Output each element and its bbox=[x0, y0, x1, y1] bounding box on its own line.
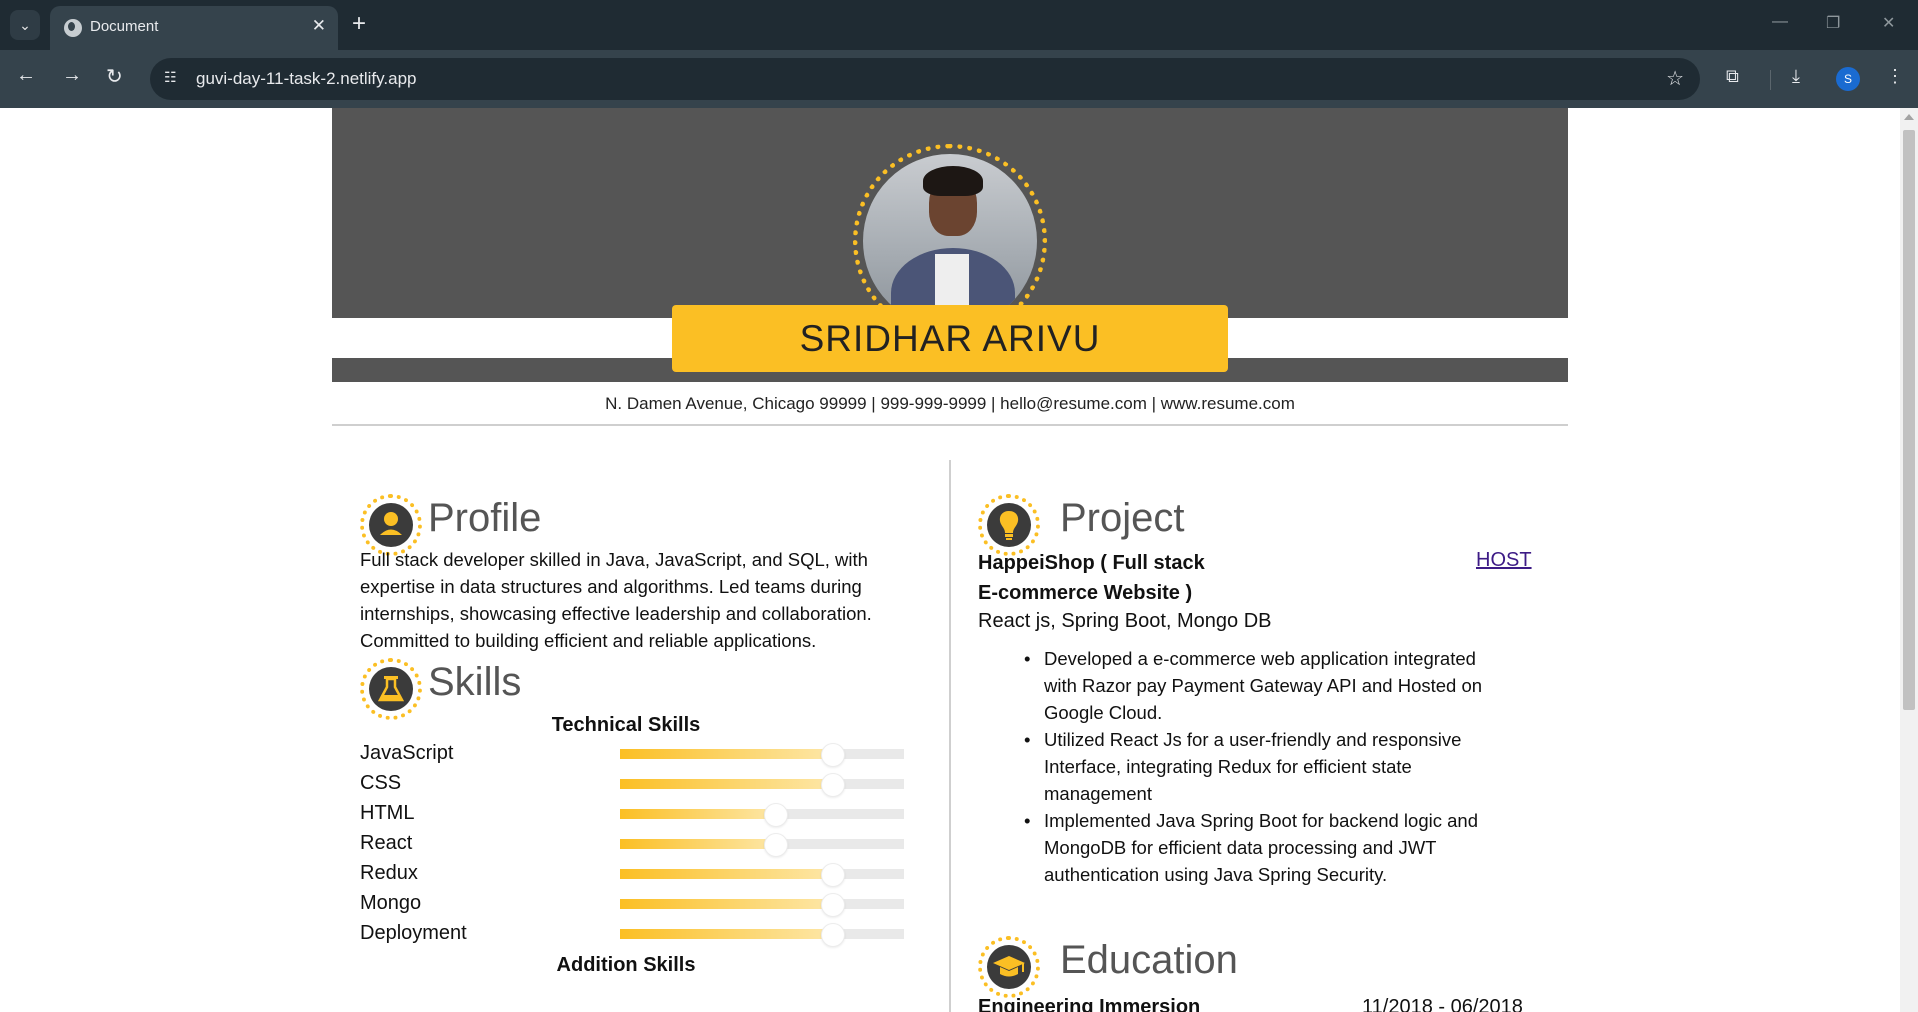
skill-slider[interactable] bbox=[620, 803, 904, 827]
back-icon[interactable]: ← bbox=[16, 64, 36, 87]
new-tab-button[interactable]: + bbox=[352, 10, 366, 38]
page-scrollbar[interactable] bbox=[1900, 108, 1918, 1012]
photo-hair bbox=[923, 166, 983, 196]
column-divider bbox=[949, 460, 951, 1012]
contact-line: N. Damen Avenue, Chicago 99999 | 999-999… bbox=[605, 394, 1295, 413]
profile-line: expertise in data structures and algorit… bbox=[360, 576, 862, 597]
url-text[interactable]: guvi-day-11-task-2.netlify.app bbox=[196, 69, 416, 89]
flask-icon bbox=[360, 658, 422, 720]
bookmark-star-icon[interactable]: ☆ bbox=[1666, 66, 1684, 91]
skill-label: CSS bbox=[360, 772, 402, 794]
addition-skills-heading: Addition Skills bbox=[556, 954, 696, 976]
education-heading: Education bbox=[1060, 938, 1238, 982]
project-heading: Project bbox=[1060, 496, 1185, 540]
site-settings-icon[interactable]: ☷ bbox=[164, 69, 184, 89]
host-link[interactable]: HOST bbox=[1476, 549, 1532, 572]
candidate-name: SRIDHAR ARIVU bbox=[799, 317, 1101, 359]
skill-row: CSS bbox=[360, 770, 920, 800]
tab-document[interactable]: Document ✕ bbox=[50, 6, 338, 50]
skill-row: HTML bbox=[360, 800, 920, 830]
tab-search-button[interactable]: ⌄ bbox=[10, 10, 40, 40]
technical-skills-heading: Technical Skills bbox=[551, 714, 701, 736]
skill-row: React bbox=[360, 830, 920, 860]
flask-glyph bbox=[377, 676, 405, 702]
skill-slider[interactable] bbox=[620, 893, 904, 917]
skill-slider[interactable] bbox=[620, 923, 904, 947]
browser-toolbar: ← → ↻ ☷ guvi-day-11-task-2.netlify.app ☆… bbox=[0, 50, 1918, 108]
skill-slider[interactable] bbox=[620, 863, 904, 887]
skill-label: React bbox=[360, 832, 413, 854]
close-window-button[interactable]: ✕ bbox=[1882, 13, 1895, 33]
skill-row: Mongo bbox=[360, 890, 920, 920]
skill-row: Redux bbox=[360, 860, 920, 890]
name-plate: SRIDHAR ARIVU bbox=[672, 305, 1228, 372]
education-dates: 11/2018 - 06/2018 bbox=[1362, 996, 1523, 1012]
globe-icon bbox=[64, 19, 82, 37]
user-glyph bbox=[380, 512, 402, 535]
menu-kebab-icon[interactable]: ⋮ bbox=[1886, 66, 1904, 87]
profile-avatar[interactable]: S bbox=[1836, 67, 1860, 91]
list-item: Developed a e-commerce web application i… bbox=[1024, 645, 1564, 726]
toolbar-divider bbox=[1770, 70, 1771, 90]
project-tech-stack: React js, Spring Boot, Mongo DB bbox=[978, 610, 1272, 632]
scroll-up-arrow-icon[interactable] bbox=[1904, 114, 1914, 120]
lightbulb-glyph bbox=[999, 511, 1019, 540]
graduation-cap-glyph bbox=[993, 956, 1025, 977]
restore-button[interactable]: ❐ bbox=[1826, 13, 1840, 33]
scrollbar-thumb[interactable] bbox=[1903, 130, 1915, 710]
chevron-down-icon: ⌄ bbox=[19, 16, 31, 33]
download-icon[interactable]: ⤓ bbox=[1792, 66, 1800, 87]
profile-heading: Profile bbox=[428, 496, 542, 540]
skill-row: Deployment bbox=[360, 920, 920, 950]
skill-label: HTML bbox=[360, 802, 415, 824]
slider-handle[interactable] bbox=[821, 893, 845, 917]
project-name-line: HappeiShop ( Full stack bbox=[978, 552, 1205, 574]
list-item: Implemented Java Spring Boot for backend… bbox=[1024, 807, 1564, 888]
project-name-line: E-commerce Website ) bbox=[978, 582, 1193, 604]
profile-photo bbox=[863, 154, 1037, 328]
tab-close-button[interactable]: ✕ bbox=[312, 16, 326, 36]
profile-summary: Full stack developer skilled in Java, Ja… bbox=[360, 546, 940, 654]
header-divider bbox=[332, 424, 1568, 426]
slider-handle[interactable] bbox=[764, 803, 788, 827]
profile-line: internships, showcasing effective leader… bbox=[360, 603, 872, 624]
skill-slider[interactable] bbox=[620, 743, 904, 767]
slider-handle[interactable] bbox=[821, 773, 845, 797]
profile-line: Full stack developer skilled in Java, Ja… bbox=[360, 549, 868, 570]
lightbulb-icon bbox=[978, 494, 1040, 556]
project-bullets: Developed a e-commerce web application i… bbox=[1024, 645, 1564, 888]
address-bar[interactable]: ☷ guvi-day-11-task-2.netlify.app ☆ bbox=[150, 58, 1700, 100]
skill-slider[interactable] bbox=[620, 773, 904, 797]
skill-label: Redux bbox=[360, 862, 418, 884]
skill-label: JavaScript bbox=[360, 742, 454, 764]
slider-handle[interactable] bbox=[821, 863, 845, 887]
tab-strip: ⌄ Document ✕ + — ❐ ✕ bbox=[0, 0, 1918, 50]
resume: SRIDHAR ARIVU N. Damen Avenue, Chicago 9… bbox=[332, 108, 1568, 1012]
skill-label: Deployment bbox=[360, 922, 467, 944]
slider-handle[interactable] bbox=[821, 743, 845, 767]
extensions-icon[interactable]: ⧉ bbox=[1726, 66, 1739, 87]
profile-line: Committed to building efficient and reli… bbox=[360, 630, 817, 651]
tab-title: Document bbox=[90, 18, 159, 35]
project-name: HappeiShop ( Full stack E-commerce Websi… bbox=[978, 548, 1205, 608]
education-program: Engineering Immersion bbox=[978, 996, 1201, 1012]
graduation-cap-icon bbox=[978, 936, 1040, 998]
page-viewport: SRIDHAR ARIVU N. Damen Avenue, Chicago 9… bbox=[0, 108, 1900, 1012]
skill-label: Mongo bbox=[360, 892, 422, 914]
forward-icon[interactable]: → bbox=[62, 64, 82, 87]
skills-heading: Skills bbox=[428, 660, 522, 704]
slider-handle[interactable] bbox=[821, 923, 845, 947]
skill-row: JavaScript bbox=[360, 740, 920, 770]
list-item: Utilized React Js for a user-friendly an… bbox=[1024, 726, 1564, 807]
skill-slider[interactable] bbox=[620, 833, 904, 857]
minimize-button[interactable]: — bbox=[1772, 13, 1788, 31]
slider-handle[interactable] bbox=[764, 833, 788, 857]
reload-icon[interactable]: ↻ bbox=[106, 64, 123, 89]
